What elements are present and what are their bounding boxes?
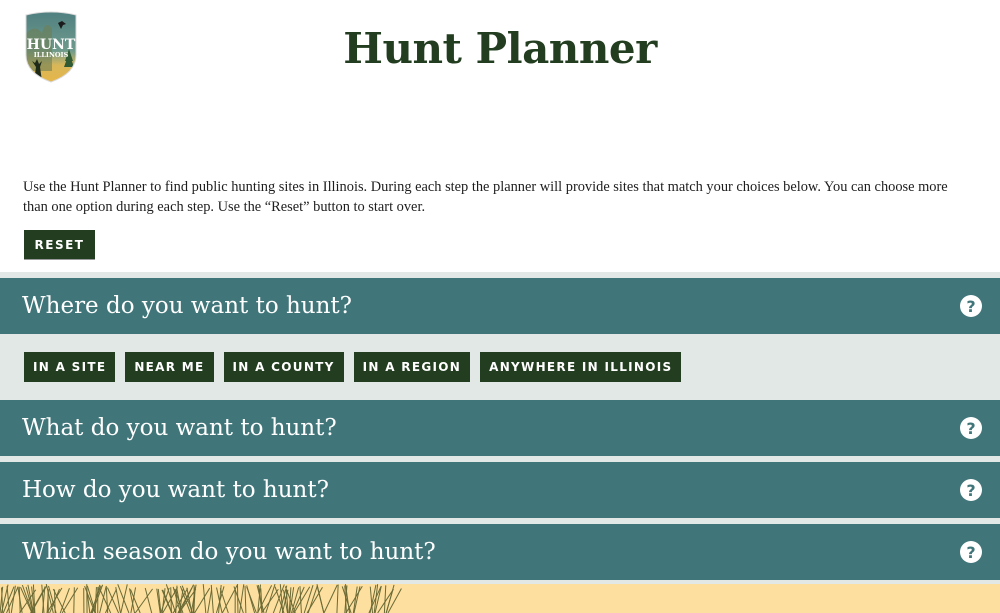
- question-circle-icon[interactable]: ?: [960, 479, 982, 501]
- question-circle-icon[interactable]: ?: [960, 541, 982, 563]
- grass-blade: [170, 587, 172, 613]
- reset-button[interactable]: RESET: [24, 230, 95, 259]
- question-circle-icon[interactable]: ?: [960, 417, 982, 439]
- grass-blade: [10, 585, 16, 613]
- planner-steps: Where do you want to hunt? ? IN A SITE N…: [0, 272, 1000, 586]
- grass-blade: [86, 585, 97, 613]
- step-title: Which season do you want to hunt?: [22, 539, 436, 565]
- option-in-a-site[interactable]: IN A SITE: [24, 352, 116, 382]
- grass-blade: [307, 585, 318, 613]
- question-circle-icon[interactable]: ?: [960, 295, 982, 317]
- grass-blade: [210, 584, 214, 613]
- grass-blade: [336, 584, 339, 613]
- grass-blade: [120, 584, 128, 613]
- grass-blade: [105, 585, 109, 613]
- grass-blade: [383, 585, 387, 613]
- grass-blade: [207, 589, 213, 613]
- option-in-a-region[interactable]: IN A REGION: [353, 352, 471, 382]
- grass-blade: [73, 587, 75, 613]
- step-how-header[interactable]: How do you want to hunt? ?: [0, 462, 1000, 518]
- footer-grass-banner: [0, 584, 1000, 613]
- grass-blade: [292, 586, 305, 613]
- grass-blade: [323, 584, 338, 613]
- step-where-header[interactable]: Where do you want to hunt? ?: [0, 278, 1000, 334]
- option-near-me[interactable]: NEAR ME: [125, 352, 214, 382]
- grass-blade: [134, 588, 153, 613]
- grass-blade: [244, 585, 247, 613]
- grass-blade: [260, 588, 263, 613]
- grass-blade: [299, 586, 302, 613]
- step-what-header[interactable]: What do you want to hunt? ?: [0, 400, 1000, 456]
- step-where-options: IN A SITE NEAR ME IN A COUNTY IN A REGIO…: [0, 334, 1000, 400]
- grass-blade: [293, 586, 311, 613]
- page-title: Hunt Planner: [343, 24, 657, 73]
- grass-blade: [194, 587, 211, 613]
- intro-text: Use the Hunt Planner to find public hunt…: [23, 179, 948, 215]
- option-in-a-county[interactable]: IN A COUNTY: [223, 352, 344, 382]
- grass-blade: [246, 585, 256, 613]
- grass-blade: [84, 585, 96, 613]
- step-title: How do you want to hunt?: [22, 477, 329, 503]
- grass-illustration: [0, 584, 402, 613]
- option-anywhere-in-illinois[interactable]: ANYWHERE IN ILLINOIS: [480, 352, 682, 382]
- step-season-header[interactable]: Which season do you want to hunt? ?: [0, 524, 1000, 580]
- step-title: Where do you want to hunt?: [22, 293, 353, 319]
- step-title: What do you want to hunt?: [22, 415, 337, 441]
